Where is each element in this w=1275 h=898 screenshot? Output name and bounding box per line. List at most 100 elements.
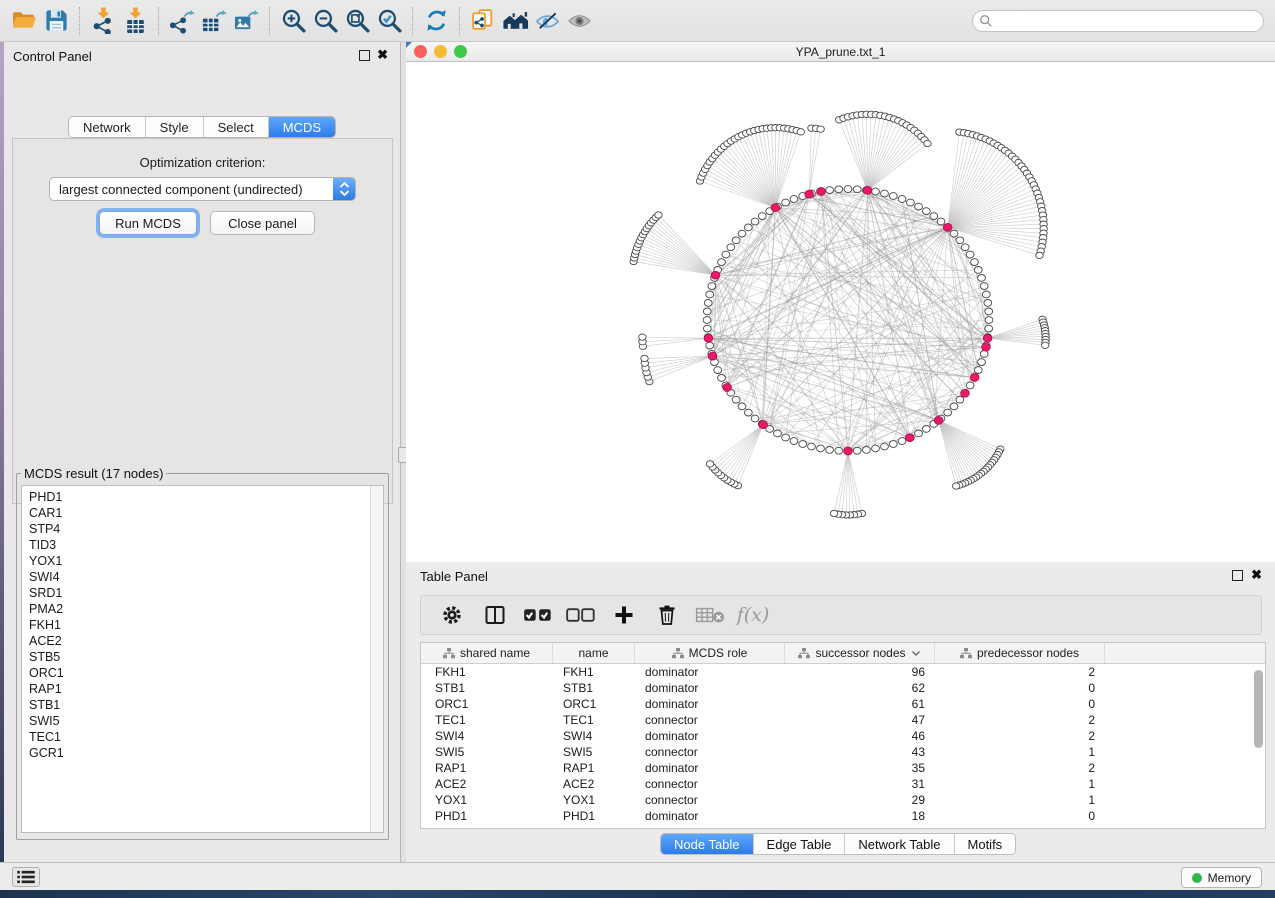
column-header-name[interactable]: name [553, 643, 635, 663]
show-all-icon[interactable] [563, 6, 595, 36]
cell-predecessor-nodes: 1 [935, 777, 1105, 791]
mcds-result-item[interactable]: PMA2 [29, 601, 383, 617]
tab-node-table[interactable]: Node Table [661, 834, 754, 854]
zoom-fit-icon[interactable] [341, 6, 373, 36]
column-header-MCDS-role[interactable]: MCDS role [635, 643, 785, 663]
export-image-icon[interactable] [230, 6, 262, 36]
mcds-result-item[interactable]: SWI4 [29, 569, 383, 585]
search-box[interactable] [972, 10, 1264, 32]
table-row[interactable]: STB1STB1dominator620 [421, 680, 1265, 696]
tab-mcds[interactable]: MCDS [269, 117, 335, 137]
cell-name: ACE2 [553, 777, 635, 791]
search-input[interactable] [993, 12, 1263, 30]
mcds-result-item[interactable]: STB1 [29, 697, 383, 713]
application-window: Control Panel ✖ NetworkStyleSelectMCDS O… [0, 0, 1275, 898]
network-graph-canvas[interactable] [406, 62, 1275, 562]
column-header-predecessor-nodes[interactable]: predecessor nodes [935, 643, 1105, 663]
column-header-successor-nodes[interactable]: successor nodes [785, 643, 935, 663]
tab-network-table[interactable]: Network Table [845, 834, 954, 854]
zoom-out-icon[interactable] [309, 6, 341, 36]
memory-button[interactable]: Memory [1181, 867, 1262, 888]
table-row[interactable]: ORC1ORC1dominator610 [421, 696, 1265, 712]
tab-motifs[interactable]: Motifs [955, 834, 1016, 854]
import-network-icon[interactable] [87, 6, 119, 36]
cell-successor-nodes: 47 [785, 713, 935, 727]
hide-selected-icon[interactable] [531, 6, 563, 36]
mcds-result-item[interactable]: FKH1 [29, 617, 383, 633]
table-row[interactable]: FKH1FKH1dominator962 [421, 664, 1265, 680]
mcds-result-item[interactable]: ORC1 [29, 665, 383, 681]
close-icon[interactable]: ✖ [1251, 568, 1262, 582]
tab-network[interactable]: Network [69, 117, 146, 137]
mcds-list-scrollbar[interactable] [370, 486, 383, 832]
mcds-result-item[interactable]: TID3 [29, 537, 383, 553]
mcds-result-item[interactable]: STB5 [29, 649, 383, 665]
tab-edge-table[interactable]: Edge Table [754, 834, 846, 854]
mcds-result-item[interactable]: SRD1 [29, 585, 383, 601]
table-panel: Table Panel ✖ f(x) shared namenameMCDS r… [406, 562, 1275, 862]
float-table-panel-button[interactable] [1232, 570, 1243, 581]
close-icon[interactable]: ✖ [377, 48, 388, 62]
table-row[interactable]: PHD1PHD1dominator180 [421, 808, 1265, 824]
tab-select[interactable]: Select [204, 117, 269, 137]
search-icon [979, 14, 993, 28]
cell-MCDS-role: dominator [635, 729, 785, 743]
column-header-filler [1105, 643, 1265, 663]
table-row[interactable]: RAP1RAP1dominator352 [421, 760, 1265, 776]
table-row[interactable]: TEC1TEC1connector472 [421, 712, 1265, 728]
mcds-result-item[interactable]: YOX1 [29, 553, 383, 569]
first-neighbors-icon[interactable] [499, 6, 531, 36]
close-panel-button[interactable]: Close panel [210, 211, 315, 235]
mcds-result-item[interactable]: ACE2 [29, 633, 383, 649]
columns-icon[interactable] [478, 600, 512, 630]
cell-predecessor-nodes: 2 [935, 729, 1105, 743]
column-namespace-icon [798, 648, 810, 659]
float-window-button[interactable] [359, 50, 370, 61]
deselect-all-icon[interactable] [564, 600, 598, 630]
mcds-result-item[interactable]: CAR1 [29, 505, 383, 521]
task-history-button[interactable] [12, 867, 40, 887]
mcds-result-item[interactable]: SWI5 [29, 713, 383, 729]
column-namespace-icon [672, 648, 684, 659]
gear-icon[interactable] [435, 600, 469, 630]
mcds-result-item[interactable]: RAP1 [29, 681, 383, 697]
table-row[interactable]: YOX1YOX1connector291 [421, 792, 1265, 808]
table-row[interactable]: ACE2ACE2connector311 [421, 776, 1265, 792]
network-file-icon[interactable] [467, 6, 499, 36]
zoom-in-icon[interactable] [277, 6, 309, 36]
add-column-icon[interactable] [607, 600, 641, 630]
delete-column-icon[interactable] [650, 600, 684, 630]
cell-MCDS-role: connector [635, 793, 785, 807]
export-table-icon[interactable] [198, 6, 230, 36]
table-scrollbar-thumb[interactable] [1254, 670, 1263, 748]
cell-name: RAP1 [553, 761, 635, 775]
zoom-selected-icon[interactable] [373, 6, 405, 36]
cell-successor-nodes: 61 [785, 697, 935, 711]
control-panel-titlebar: Control Panel ✖ [4, 42, 400, 66]
open-session-icon[interactable] [8, 6, 40, 36]
network-window-titlebar[interactable]: YPA_prune.txt_1 [406, 42, 1275, 62]
sort-descending-icon [911, 649, 921, 657]
mcds-result-item[interactable]: GCR1 [29, 745, 383, 761]
mcds-result-item[interactable]: TEC1 [29, 729, 383, 745]
table-row[interactable]: SWI5SWI5connector431 [421, 744, 1265, 760]
mcds-result-listbox[interactable]: PHD1CAR1STP4TID3YOX1SWI4SRD1PMA2FKH1ACE2… [21, 485, 384, 833]
select-all-icon[interactable] [521, 600, 555, 630]
desktop-wallpaper-bottom [0, 890, 1275, 898]
run-mcds-button[interactable]: Run MCDS [99, 211, 197, 235]
mcds-result-item[interactable]: STP4 [29, 521, 383, 537]
optimization-criterion-select[interactable]: largest connected component (undirected) [49, 177, 356, 201]
cell-predecessor-nodes: 0 [935, 681, 1105, 695]
export-network-icon[interactable] [166, 6, 198, 36]
tab-style[interactable]: Style [146, 117, 204, 137]
cell-name: YOX1 [553, 793, 635, 807]
refresh-icon[interactable] [420, 6, 452, 36]
save-session-icon[interactable] [40, 6, 72, 36]
cell-name: SWI4 [553, 729, 635, 743]
memory-status-icon [1192, 873, 1202, 883]
import-table-icon[interactable] [119, 6, 151, 36]
mcds-result-item[interactable]: PHD1 [29, 489, 383, 505]
cell-shared-name: PHD1 [421, 809, 553, 823]
column-header-shared-name[interactable]: shared name [421, 643, 553, 663]
table-row[interactable]: SWI4SWI4dominator462 [421, 728, 1265, 744]
